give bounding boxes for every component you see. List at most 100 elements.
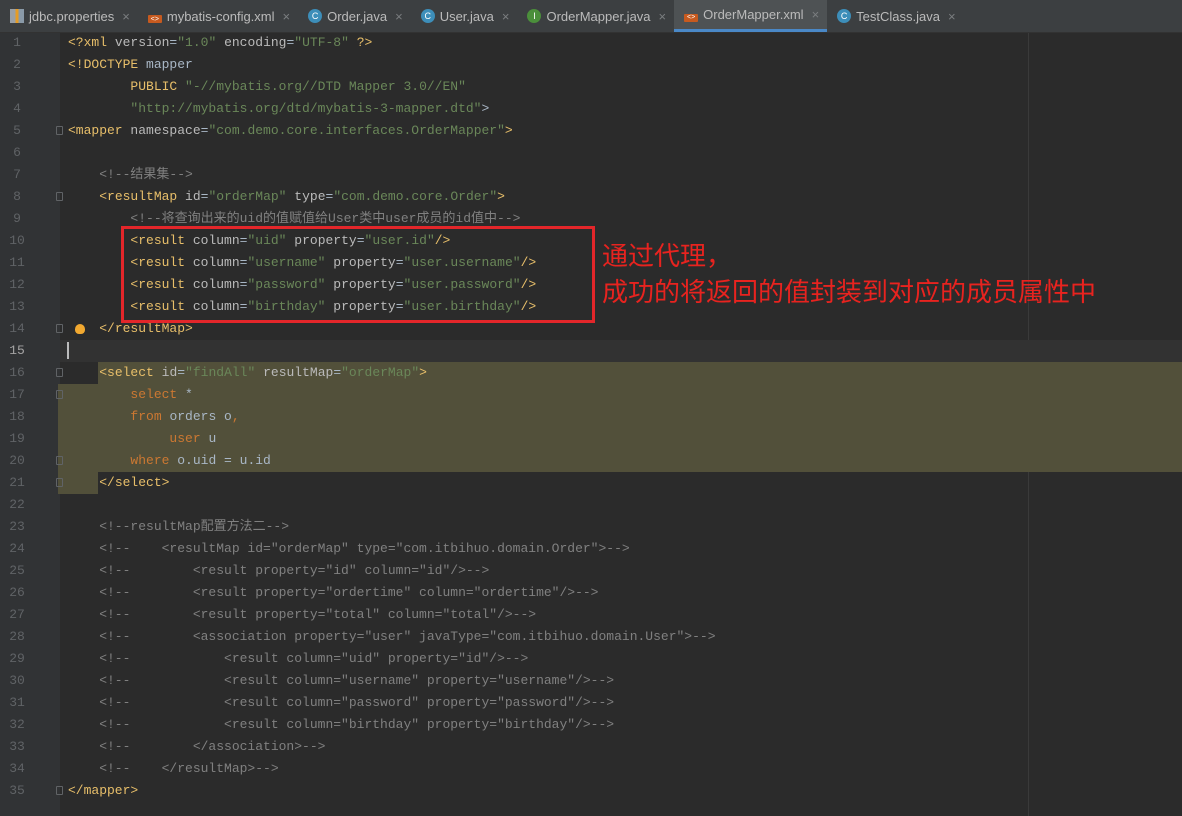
- code-line: 26 <!-- <result property="ordertime" col…: [0, 582, 1182, 604]
- code-token: <!--resultMap配置方法二-->: [68, 519, 290, 534]
- line-number[interactable]: 30: [0, 670, 34, 692]
- code-line: 34 <!-- </resultMap>-->: [0, 758, 1182, 780]
- tab-user-java[interactable]: C User.java ×: [411, 0, 518, 32]
- line-number[interactable]: 12: [0, 274, 34, 296]
- line-number[interactable]: 1: [0, 32, 34, 54]
- line-number[interactable]: 3: [0, 76, 34, 98]
- tab-order-java[interactable]: C Order.java ×: [298, 0, 411, 32]
- close-tab-icon[interactable]: ×: [812, 7, 820, 22]
- code-token: "orderMap": [341, 365, 420, 380]
- code-token: id: [161, 365, 178, 380]
- line-number[interactable]: 2: [0, 54, 34, 76]
- line-number[interactable]: 25: [0, 560, 34, 582]
- line-number[interactable]: 32: [0, 714, 34, 736]
- code-text: <!-- </association>-->: [68, 736, 325, 758]
- close-tab-icon[interactable]: ×: [283, 9, 291, 24]
- code-line: 27 <!-- <result property="total" column=…: [0, 604, 1182, 626]
- code-token: <!-- <result column="birthday" property=…: [68, 717, 615, 732]
- line-number[interactable]: 19: [0, 428, 34, 450]
- class-icon: C: [420, 9, 435, 23]
- code-line: 21 </select>: [0, 472, 1182, 494]
- close-tab-icon[interactable]: ×: [659, 9, 667, 24]
- tab-label: Order.java: [327, 8, 388, 24]
- fold-marker-icon[interactable]: [56, 390, 63, 399]
- code-line: 35 </mapper>: [0, 780, 1182, 802]
- code-token: <!DOCTYPE: [68, 57, 147, 72]
- line-number[interactable]: 11: [0, 252, 34, 274]
- lightbulb-icon[interactable]: [75, 324, 85, 334]
- code-token: "http://mybatis.org/dtd/mybatis-3-mapper…: [130, 101, 482, 116]
- line-number[interactable]: 8: [0, 186, 34, 208]
- line-number[interactable]: 29: [0, 648, 34, 670]
- tab-label: mybatis-config.xml: [166, 8, 275, 24]
- fold-marker-icon[interactable]: [56, 126, 63, 135]
- code-text: PUBLIC "-//mybatis.org//DTD Mapper 3.0//…: [68, 76, 465, 98]
- tab-label: OrderMapper.xml: [703, 7, 804, 22]
- annotation-line-2: 成功的将返回的值封装到对应的成员属性中: [602, 277, 1097, 307]
- line-number[interactable]: 23: [0, 516, 34, 538]
- line-number[interactable]: 15: [0, 340, 34, 362]
- close-tab-icon[interactable]: ×: [395, 9, 403, 24]
- line-number[interactable]: 4: [0, 98, 34, 120]
- line-number[interactable]: 22: [0, 494, 34, 516]
- line-number[interactable]: 34: [0, 758, 34, 780]
- fold-marker-icon[interactable]: [56, 192, 63, 201]
- line-number[interactable]: 17: [0, 384, 34, 406]
- line-number[interactable]: 10: [0, 230, 34, 252]
- tab-testclass-java[interactable]: C TestClass.java ×: [827, 0, 963, 32]
- line-number[interactable]: 20: [0, 450, 34, 472]
- code-line: 4 "http://mybatis.org/dtd/mybatis-3-mapp…: [0, 98, 1182, 120]
- code-token: <!-- <result column="uid" property="id"/…: [68, 651, 529, 666]
- code-token: <!-- <resultMap id="orderMap" type="com.…: [68, 541, 630, 556]
- line-number[interactable]: 5: [0, 120, 34, 142]
- line-number[interactable]: 13: [0, 296, 34, 318]
- tab-mybatis-config-xml[interactable]: <> mybatis-config.xml ×: [138, 0, 298, 32]
- interface-icon: I: [527, 9, 542, 23]
- code-token: type: [294, 189, 326, 204]
- code-line: 2 <!DOCTYPE mapper: [0, 54, 1182, 76]
- line-number[interactable]: 18: [0, 406, 34, 428]
- fold-marker-icon[interactable]: [56, 786, 63, 795]
- code-line: 33 <!-- </association>-->: [0, 736, 1182, 758]
- line-number[interactable]: 14: [0, 318, 34, 340]
- fold-marker-icon[interactable]: [56, 478, 63, 487]
- code-token: select: [130, 387, 186, 402]
- code-text: <!-- <resultMap id="orderMap" type="com.…: [68, 538, 630, 560]
- line-number[interactable]: 26: [0, 582, 34, 604]
- fold-marker-icon[interactable]: [56, 456, 63, 465]
- test-class-icon: C: [837, 9, 852, 23]
- tab-jdbc-properties[interactable]: jdbc.properties ×: [0, 0, 138, 32]
- annotation-line-1: 通过代理，: [602, 241, 733, 271]
- close-tab-icon[interactable]: ×: [122, 9, 130, 24]
- line-number[interactable]: 33: [0, 736, 34, 758]
- code-token: ?>: [348, 35, 373, 50]
- code-text: <!--结果集-->: [68, 164, 193, 186]
- line-number[interactable]: 21: [0, 472, 34, 494]
- line-number[interactable]: 9: [0, 208, 34, 230]
- tab-ordermapper-xml[interactable]: <> OrderMapper.xml ×: [674, 0, 828, 32]
- code-text: </select>: [68, 472, 169, 494]
- line-number[interactable]: 24: [0, 538, 34, 560]
- fold-marker-icon[interactable]: [56, 324, 63, 333]
- code-token: </resultMap>: [99, 321, 193, 336]
- line-number[interactable]: 16: [0, 362, 34, 384]
- close-tab-icon[interactable]: ×: [502, 9, 510, 24]
- line-number[interactable]: 28: [0, 626, 34, 648]
- code-line: 28 <!-- <association property="user" jav…: [0, 626, 1182, 648]
- line-number[interactable]: 31: [0, 692, 34, 714]
- code-line: 15: [0, 340, 1182, 362]
- line-number[interactable]: 7: [0, 164, 34, 186]
- tab-label: TestClass.java: [856, 8, 940, 24]
- line-number[interactable]: 6: [0, 142, 34, 164]
- code-token: version: [114, 35, 170, 50]
- code-line: 29 <!-- <result column="uid" property="i…: [0, 648, 1182, 670]
- line-number[interactable]: 35: [0, 780, 34, 802]
- fold-marker-icon[interactable]: [56, 368, 63, 377]
- close-tab-icon[interactable]: ×: [948, 9, 956, 24]
- code-line: 25 <!-- <result property="id" column="id…: [0, 560, 1182, 582]
- code-token: <mapper: [68, 123, 131, 138]
- line-number[interactable]: 27: [0, 604, 34, 626]
- tab-ordermapper-java[interactable]: I OrderMapper.java ×: [517, 0, 674, 32]
